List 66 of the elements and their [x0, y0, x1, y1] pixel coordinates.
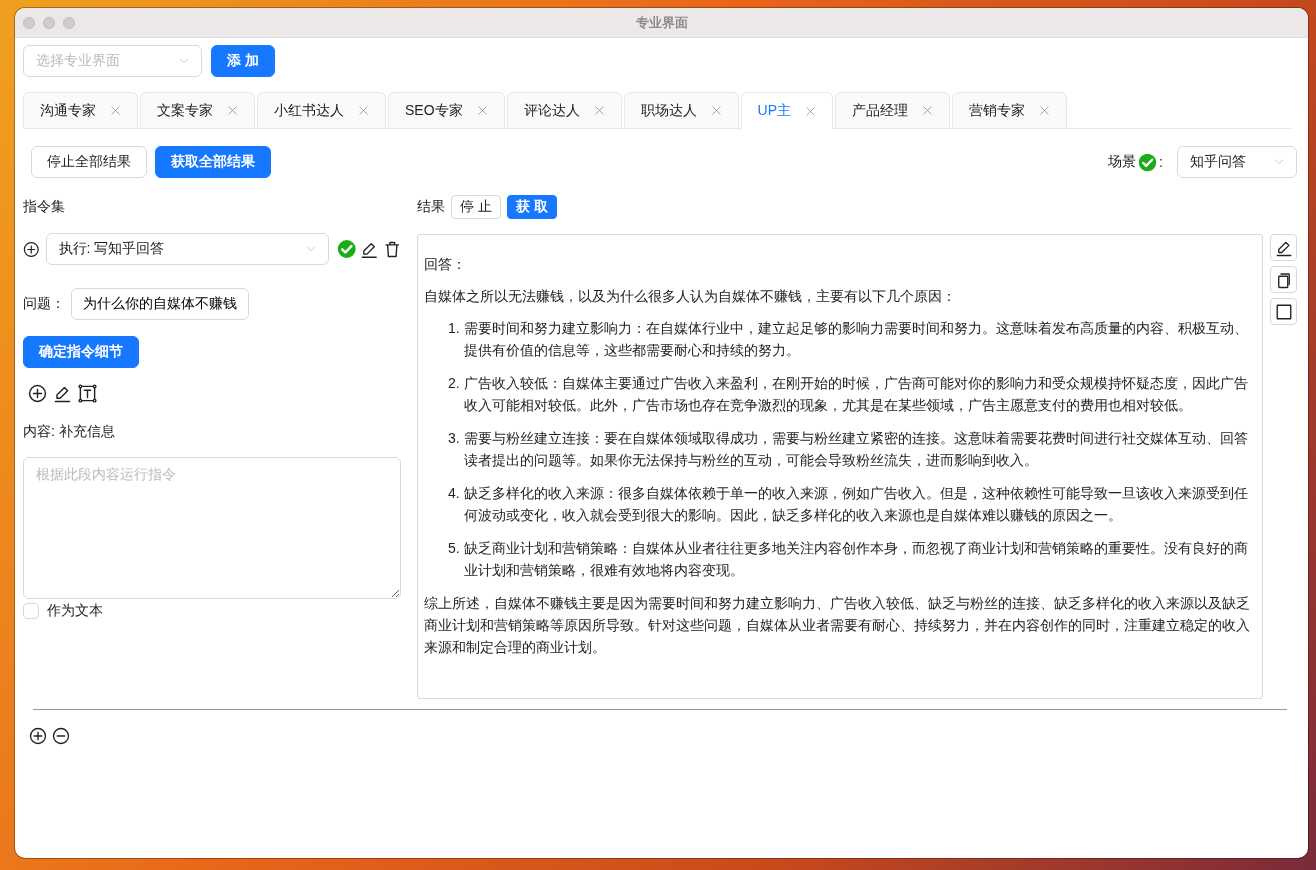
close-icon[interactable] [593, 105, 605, 116]
close-icon[interactable] [710, 105, 722, 116]
stop-button[interactable]: 停 止 [451, 195, 501, 219]
close-icon[interactable] [805, 105, 817, 117]
edit-icon[interactable] [53, 384, 72, 403]
confirm-button[interactable]: 确定指令细节 [23, 336, 139, 368]
edit-button[interactable] [1270, 234, 1297, 261]
result-label: 结果 [417, 198, 445, 216]
close-icon[interactable] [476, 105, 488, 116]
close-icon[interactable] [1039, 105, 1051, 116]
tab[interactable]: 评论达人 [506, 92, 622, 129]
plus-circle-icon[interactable] [29, 727, 47, 745]
list-item-text: 广告收入较低：自媒体主要通过广告收入来盈利，在刚开始的时候，广告商可能对你的影响力和受众规模持怀疑态度，因此广告收入可能相对较低。此外，广告市场也存在竞争激烈的现象，尤其是在某些领域，广告主愿意支付的费用也相对较低。 [463, 374, 1249, 415]
question-field[interactable]: 为什么你的自媒体不赚钱 [71, 288, 249, 320]
plus-circle-icon[interactable] [28, 384, 47, 403]
section-title: 指令集 [23, 198, 65, 216]
question-label: 问题： [23, 295, 65, 313]
tab[interactable]: UP主 [740, 92, 834, 130]
close-icon[interactable] [110, 105, 121, 116]
square-button[interactable] [1270, 298, 1297, 325]
add-button[interactable]: 添 加 [211, 45, 275, 77]
list-item-text: 缺乏商业计划和营销策略：自媒体从业者往往更多地关注内容创作本身，而忽视了商业计划和营销策略的重要性。没有良好的商业计划和营销策略，很难有效地将内容变现。 [463, 539, 1249, 580]
list-item-text: 缺乏多样化的收入来源：很多自媒体依赖于单一的收入来源，例如广告收入。但是，这种依赖性可能导致一旦该收入来源受到任何波动或变化，收入就会受到很大的影响。因此，缺乏多样化的收入来源也是自媒体难以赚钱的原因之一。 [463, 484, 1249, 525]
close-icon[interactable] [922, 105, 934, 116]
tab[interactable]: 沟通专家 [23, 92, 138, 129]
tab[interactable]: 营销专家 [952, 92, 1068, 129]
minus-circle-icon[interactable] [52, 727, 70, 745]
list-number: 4. [448, 484, 460, 503]
list-item-text: 需要与粉丝建立连接：要在自媒体领域取得成功，需要与粉丝建立紧密的连接。这意味着需要花费时间进行社交媒体互动、回答读者提出的问题等。如果你无法保持与粉丝的互动，可能会导致粉丝流失，进而影响到收入。 [463, 429, 1249, 470]
fetch-button[interactable]: 获 取 [506, 195, 557, 219]
answer-heading: 回答： [424, 255, 467, 274]
tab[interactable]: SEO专家 [388, 92, 505, 129]
content-label: 内容: 补充信息 [23, 423, 115, 441]
scene-label: 场景 [1108, 153, 1137, 171]
window-control-dot[interactable] [63, 16, 75, 29]
checkbox-label: 作为文本 [47, 602, 103, 620]
plus-circle-icon[interactable] [23, 240, 40, 258]
content-field[interactable]: 根据此段内容运行指令 [23, 457, 401, 599]
window-control-dot[interactable] [43, 16, 55, 29]
intro-paragraph: 自媒体之所以无法赚钱，以及为什么很多人认为自媒体不赚钱，主要有以下几个原因： [424, 287, 957, 306]
list-item-text: 需要时间和努力建立影响力：在自媒体行业中，建立起足够的影响力需要时间和努力。这意味着发布高质量的内容、积极互动、提供有价值的信息等，这些都需要耐心和持续的努力。 [463, 319, 1249, 360]
window-control-dot[interactable] [23, 16, 35, 29]
check-circle-icon [336, 239, 356, 259]
list-number: 3. [448, 429, 460, 448]
fetch-all-button[interactable]: 获取全部结果 [155, 146, 271, 178]
close-icon[interactable] [358, 105, 369, 116]
square-icon [1274, 302, 1293, 321]
check-circle-icon [1138, 152, 1158, 172]
summary-paragraph: 综上所述，自媒体不赚钱主要是因为需要时间和努力建立影响力、广告收入较低、缺乏与粉丝的连接、缺乏多样化的收入来源以及缺乏商业计划和营销策略等原因所导致。针对这些问题，自媒体从业者需要有耐心、持续努力，并在内容创作的同时，注重建立稳定的收入来源和制定合理的商业计划。 [424, 594, 1251, 657]
scene-dropdown[interactable]: 知乎问答 [1177, 146, 1297, 178]
stop-all-button[interactable]: 停止全部结果 [31, 146, 147, 178]
list-number: 5. [448, 539, 460, 558]
tab[interactable]: 小红书达人 [257, 92, 386, 129]
scene-colon: : [1159, 154, 1163, 170]
list-number: 2. [448, 374, 460, 393]
list-number: 1. [448, 319, 460, 338]
window-title: 专业界面 [635, 14, 688, 30]
command-dropdown[interactable]: 执行: 写知乎回答 [45, 233, 329, 265]
tab[interactable]: 文案专家 [140, 92, 255, 129]
tab[interactable]: 职场达人 [623, 92, 739, 129]
copy-button[interactable] [1270, 266, 1297, 293]
trash-icon[interactable] [382, 239, 401, 259]
tab[interactable]: 产品经理 [835, 92, 951, 129]
text-box-icon[interactable] [78, 384, 97, 403]
checkbox[interactable] [23, 603, 39, 619]
close-icon[interactable] [227, 105, 238, 116]
